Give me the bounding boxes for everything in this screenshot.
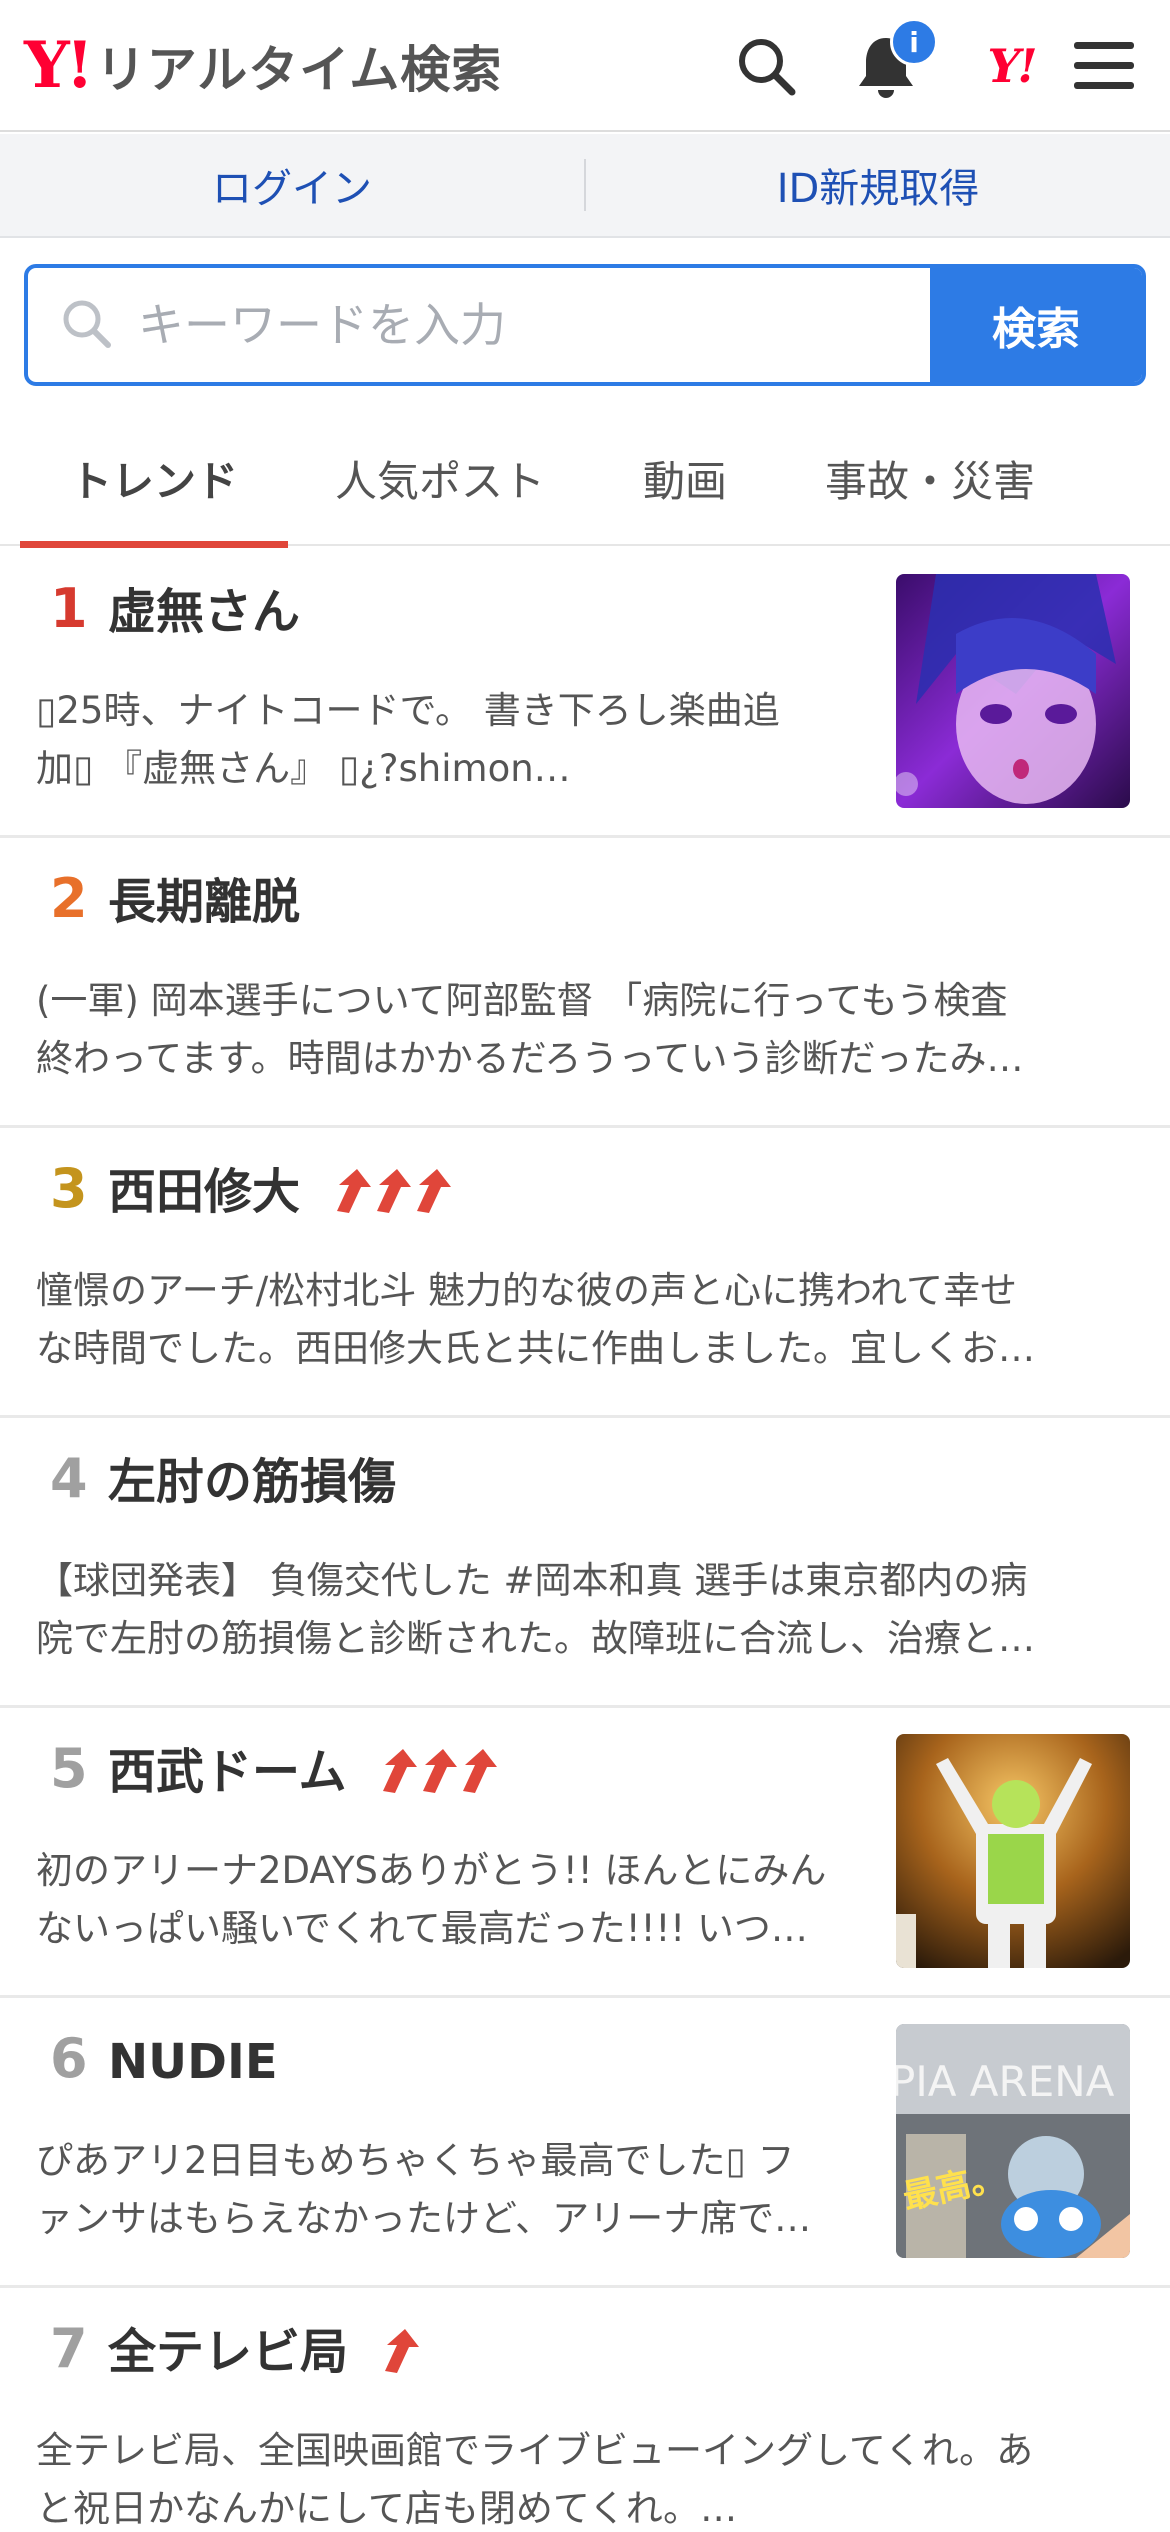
trend-thumbnail[interactable] bbox=[896, 574, 1130, 808]
search-input[interactable] bbox=[138, 298, 838, 352]
trend-thumbnail[interactable] bbox=[896, 1734, 1130, 1968]
logo-text: リアルタイム検索 bbox=[95, 41, 503, 99]
tab-trend[interactable]: トレンド bbox=[20, 410, 288, 548]
trend-description-line: 院で左肘の筋損傷と診断された。故障班に合流し、治療と… bbox=[36, 1617, 1035, 1660]
tab-videos[interactable]: 動画 bbox=[610, 410, 760, 546]
logo-mark: Y! bbox=[24, 28, 94, 103]
trend-description: 憧憬のアーチ/松村北斗 魅力的な彼の声と心に携われて幸せ な時間でした。西田修大… bbox=[36, 1262, 1126, 1378]
notification-badge[interactable]: i bbox=[890, 18, 938, 66]
trend-item[interactable]: 2 長期離脱 (一軍) 岡本選手について阿部監督 「病院に行ってもう検査 終わっ… bbox=[0, 838, 1170, 1128]
search-field[interactable] bbox=[28, 268, 930, 382]
trend-title[interactable]: 虚無さん bbox=[108, 586, 300, 639]
trend-description-line: 憧憬のアーチ/松村北斗 魅力的な彼の声と心に携われて幸せ bbox=[36, 1269, 1018, 1312]
trend-rank: 5 bbox=[50, 1737, 88, 1800]
trend-item[interactable]: 6 NUDIE ぴあアリ2日目もめちゃくちゃ最高でした▯ フ ァンサはもらえなか… bbox=[0, 1998, 1170, 2288]
trend-item[interactable]: 7 全テレビ局 全テレビ局、全国映画館でライブビューイングしてくれ。あ と祝日か… bbox=[0, 2288, 1170, 2532]
trend-title[interactable]: NUDIE bbox=[108, 2036, 278, 2089]
login-bar: ログイン ID新規取得 bbox=[0, 134, 1170, 238]
trend-title-row: 西武ドーム bbox=[108, 1744, 498, 1800]
yahoo-realtime-logo[interactable]: Y! リアルタイム検索 bbox=[24, 28, 502, 104]
trend-description-line: ァンサはもらえなかったけど、アリーナ席で… bbox=[36, 2197, 812, 2240]
trend-description: ぴあアリ2日目もめちゃくちゃ最高でした▯ フ ァンサはもらえなかったけど、アリー… bbox=[36, 2132, 872, 2248]
trend-rank: 2 bbox=[50, 867, 88, 930]
trend-item[interactable]: 3 西田修大 憧憬のアーチ/松村北斗 魅力的な彼の声と心に携われて幸せ な時間で… bbox=[0, 1128, 1170, 1418]
trend-description-line: ぴあアリ2日目もめちゃくちゃ最高でした▯ フ bbox=[36, 2139, 795, 2182]
search-icon[interactable] bbox=[730, 30, 802, 102]
rising-arrows-icon bbox=[331, 1167, 451, 1215]
trend-rank: 4 bbox=[50, 1447, 88, 1510]
register-link[interactable]: ID新規取得 bbox=[586, 134, 1170, 236]
trend-title[interactable]: 全テレビ局 bbox=[108, 2324, 348, 2380]
category-tabs: トレンド 人気ポスト 動画 事故・災害 bbox=[0, 410, 1170, 548]
app-header: Y! リアルタイム検索 i Y! bbox=[0, 0, 1170, 132]
yahoo-mark: Y! bbox=[987, 39, 1037, 93]
search-button[interactable]: 検索 bbox=[930, 268, 1142, 382]
trend-description: ▯25時、ナイトコードで。 書き下ろし楽曲追 加▯ 『虚無さん』 ▯¿?shim… bbox=[36, 682, 872, 798]
trend-title[interactable]: 左肘の筋損傷 bbox=[108, 1456, 396, 1509]
trend-title-row: 西田修大 bbox=[108, 1166, 451, 1219]
trend-description-line: と祝日かなんかにして店も閉めてくれ。… bbox=[36, 2487, 738, 2530]
trend-list: 1 虚無さん ▯25時、ナイトコードで。 書き下ろし楽曲追 加▯ 『虚無さん』 … bbox=[0, 548, 1170, 2532]
search-box: 検索 bbox=[24, 264, 1146, 386]
trend-description-line: 加▯ 『虚無さん』 ▯¿?shimon… bbox=[36, 747, 571, 790]
trend-rank: 7 bbox=[50, 2317, 88, 2380]
trend-description: 初のアリーナ2DAYSありがとう!! ほんとにみん ないっぱい騒いでくれて最高だ… bbox=[36, 1842, 872, 1958]
trend-description: 【球団発表】 負傷交代した #岡本和真 選手は東京都内の病 院で左肘の筋損傷と診… bbox=[36, 1552, 1126, 1668]
trend-item[interactable]: 4 左肘の筋損傷 【球団発表】 負傷交代した #岡本和真 選手は東京都内の病 院… bbox=[0, 1418, 1170, 1708]
trend-description-line: (一軍) 岡本選手について阿部監督 「病院に行ってもう検査 bbox=[36, 979, 1008, 1022]
login-link[interactable]: ログイン bbox=[0, 134, 584, 236]
yahoo-logo-icon[interactable]: Y! bbox=[966, 30, 1056, 102]
tab-popular-posts[interactable]: 人気ポスト bbox=[320, 410, 560, 546]
trend-title-row: 全テレビ局 bbox=[108, 2326, 419, 2379]
menu-icon[interactable] bbox=[1068, 30, 1140, 102]
trend-title[interactable]: 長期離脱 bbox=[108, 876, 300, 929]
search-field-icon bbox=[58, 295, 114, 355]
trend-thumbnail[interactable]: PIA ARENA 最高。 bbox=[896, 2024, 1130, 2258]
trend-title[interactable]: 西田修大 bbox=[108, 1164, 300, 1220]
trend-description-line: 終わってます。時間はかかるだろうっていう診断だったみ… bbox=[36, 1037, 1024, 1080]
trend-description-line: ないっぱい騒いでくれて最高だった!!!! いつ… bbox=[36, 1907, 808, 1950]
trend-description-line: 初のアリーナ2DAYSありがとう!! ほんとにみん bbox=[36, 1849, 827, 1892]
trend-title[interactable]: 西武ドーム bbox=[108, 1744, 347, 1800]
trend-item[interactable]: 5 西武ドーム 初のアリーナ2DAYSありがとう!! ほんとにみん ないっぱい騒… bbox=[0, 1708, 1170, 1998]
trend-item[interactable]: 1 虚無さん ▯25時、ナイトコードで。 書き下ろし楽曲追 加▯ 『虚無さん』 … bbox=[0, 548, 1170, 838]
rising-arrows-icon bbox=[377, 1747, 498, 1795]
rising-arrow-icon bbox=[379, 2327, 419, 2375]
tab-accidents-disasters[interactable]: 事故・災害 bbox=[800, 410, 1060, 546]
thumb-sign-text: PIA ARENA bbox=[896, 2057, 1115, 2106]
trend-description: 全テレビ局、全国映画館でライブビューイングしてくれ。あ と祝日かなんかにして店も… bbox=[36, 2422, 1126, 2532]
trend-description-line: 【球団発表】 負傷交代した #岡本和真 選手は東京都内の病 bbox=[36, 1559, 1028, 1602]
trend-rank: 1 bbox=[50, 577, 88, 640]
trend-description-line: ▯25時、ナイトコードで。 書き下ろし楽曲追 bbox=[36, 689, 780, 732]
trend-description-line: 全テレビ局、全国映画館でライブビューイングしてくれ。あ bbox=[36, 2429, 1034, 2472]
trend-rank: 3 bbox=[50, 1157, 88, 1220]
trend-description: (一軍) 岡本選手について阿部監督 「病院に行ってもう検査 終わってます。時間は… bbox=[36, 972, 1126, 1088]
trend-rank: 6 bbox=[50, 2027, 88, 2090]
trend-description-line: な時間でした。西田修大氏と共に作曲しました。宜しくお… bbox=[36, 1327, 1035, 1370]
